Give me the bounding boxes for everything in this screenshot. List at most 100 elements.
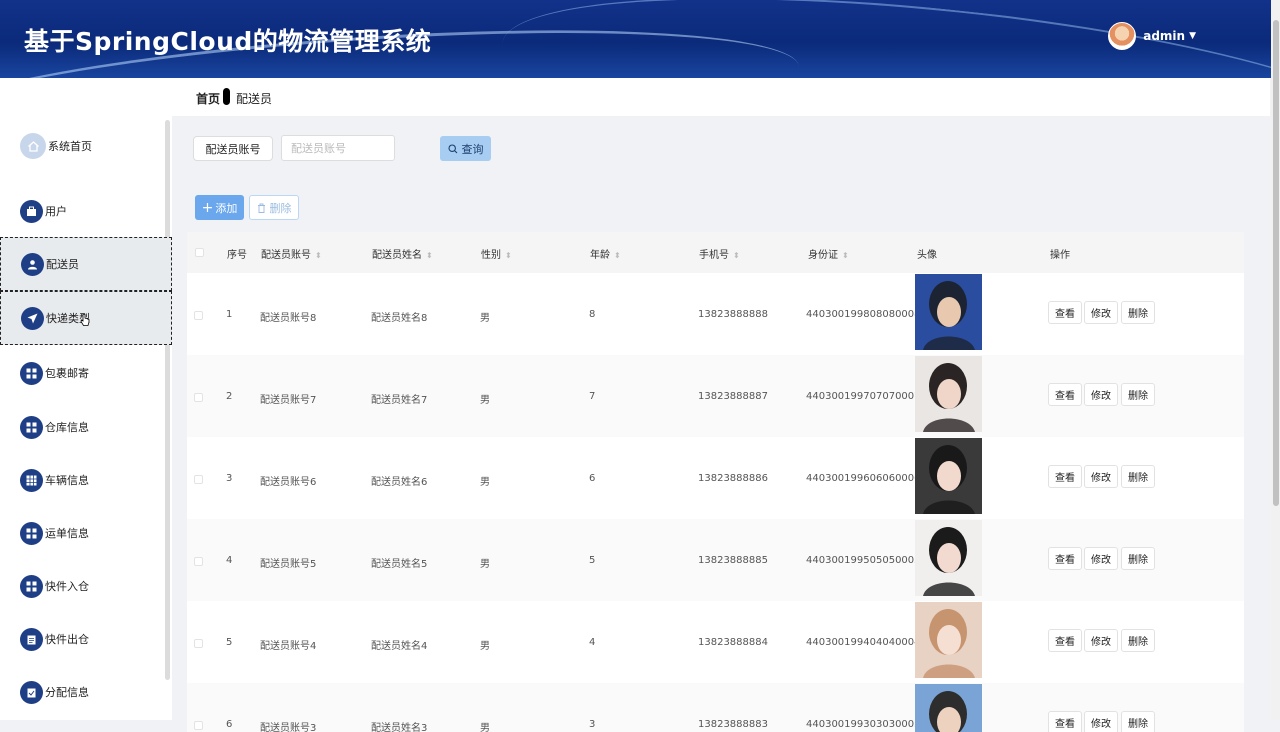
edit-button[interactable]: 修改 bbox=[1084, 547, 1118, 570]
sidebar-item-label: 用户 bbox=[45, 205, 67, 218]
chevron-down-icon[interactable]: ▼ bbox=[1189, 31, 1196, 41]
cell-name: 配送员姓名7 bbox=[371, 395, 428, 406]
cell-idcard: 440300199303030003 bbox=[806, 719, 921, 730]
cell-name: 配送员姓名5 bbox=[371, 559, 428, 570]
courier-avatar-photo[interactable] bbox=[915, 602, 982, 678]
delete-button[interactable]: 删除 bbox=[1121, 465, 1155, 488]
sidebar-item-home[interactable]: 系统首页 bbox=[0, 119, 172, 173]
query-button[interactable]: 查询 bbox=[440, 136, 491, 161]
sort-icon[interactable]: ⬍ bbox=[505, 251, 512, 260]
cell-account: 配送员账号7 bbox=[260, 395, 317, 406]
cell-gender: 男 bbox=[480, 723, 490, 732]
cell-name: 配送员姓名3 bbox=[371, 723, 428, 732]
edit-button[interactable]: 修改 bbox=[1084, 383, 1118, 406]
cell-idcard: 440300199707070007 bbox=[806, 391, 921, 402]
sidebar-item-outbound[interactable]: 快件出仓 bbox=[0, 612, 172, 666]
username[interactable]: admin bbox=[1143, 29, 1185, 43]
cell-index: 3 bbox=[226, 473, 233, 484]
edit-button[interactable]: 修改 bbox=[1084, 711, 1118, 732]
cell-idcard: 440300199606060006 bbox=[806, 473, 921, 484]
cell-index: 6 bbox=[226, 719, 233, 730]
view-button[interactable]: 查看 bbox=[1048, 383, 1082, 406]
delete-button[interactable]: 删除 bbox=[1121, 547, 1155, 570]
row-checkbox[interactable] bbox=[194, 393, 203, 402]
column-header-label: 身份证 bbox=[808, 250, 838, 261]
sidebar-item-waybills[interactable]: 运单信息 bbox=[0, 506, 172, 560]
add-button[interactable]: + 添加 bbox=[195, 195, 244, 220]
search-field-label: 配送员账号 bbox=[193, 136, 273, 161]
column-header-account[interactable]: 配送员账号 ⬍ bbox=[261, 246, 322, 261]
row-checkbox[interactable] bbox=[194, 639, 203, 648]
table-row: 4 配送员账号5 配送员姓名5 男 5 13823888885 44030019950505… bbox=[187, 519, 1244, 601]
table-header: 序号 配送员账号 ⬍ 配送员姓名 ⬍ 性别 ⬍ 年龄 ⬍ 手机号 ⬍ 身份证 ⬍ 头像 操作 bbox=[187, 232, 1244, 273]
cell-age: 4 bbox=[589, 637, 596, 648]
delete-button[interactable]: 删除 bbox=[1121, 383, 1155, 406]
column-header-name[interactable]: 配送员姓名 ⬍ bbox=[372, 246, 433, 261]
page-scrollbar[interactable] bbox=[1271, 0, 1280, 720]
row-checkbox[interactable] bbox=[194, 311, 203, 320]
sort-icon[interactable]: ⬍ bbox=[614, 251, 621, 260]
delete-button[interactable]: 删除 bbox=[1121, 301, 1155, 324]
delete-button[interactable]: 删除 bbox=[1121, 629, 1155, 652]
sidebar-item-couriers[interactable]: 配送员 bbox=[0, 237, 172, 291]
view-button[interactable]: 查看 bbox=[1048, 629, 1082, 652]
avatar[interactable] bbox=[1108, 22, 1137, 50]
row-checkbox[interactable] bbox=[194, 475, 203, 484]
batch-delete-button[interactable]: 删除 bbox=[249, 195, 299, 220]
sort-icon[interactable]: ⬍ bbox=[315, 251, 322, 260]
cell-account: 配送员账号4 bbox=[260, 641, 317, 652]
courier-avatar-photo[interactable] bbox=[915, 274, 982, 350]
plus-icon: + bbox=[201, 199, 214, 216]
cell-gender: 男 bbox=[480, 313, 490, 324]
column-header-label: 年龄 bbox=[590, 250, 610, 261]
cell-age: 5 bbox=[589, 555, 596, 566]
view-button[interactable]: 查看 bbox=[1048, 711, 1082, 732]
sidebar-item-vehicles[interactable]: 车辆信息 bbox=[0, 453, 172, 507]
edit-button[interactable]: 修改 bbox=[1084, 465, 1118, 488]
sort-icon[interactable]: ⬍ bbox=[842, 251, 849, 260]
cell-phone: 13823888884 bbox=[698, 637, 768, 648]
column-header-phone[interactable]: 手机号 ⬍ bbox=[699, 246, 740, 261]
breadcrumb-home[interactable]: 首页 bbox=[196, 90, 220, 107]
column-header-idcard[interactable]: 身份证 ⬍ bbox=[808, 246, 849, 261]
view-button[interactable]: 查看 bbox=[1048, 547, 1082, 570]
cell-account: 配送员账号5 bbox=[260, 559, 317, 570]
edit-button[interactable]: 修改 bbox=[1084, 629, 1118, 652]
courier-avatar-photo[interactable] bbox=[915, 520, 982, 596]
row-checkbox[interactable] bbox=[194, 721, 203, 730]
delete-button[interactable]: 删除 bbox=[1121, 711, 1155, 732]
courier-account-search-input[interactable] bbox=[281, 135, 395, 161]
clipboard-check-icon bbox=[20, 680, 43, 704]
top-header: 基于SpringCloud的物流管理系统 admin ▼ bbox=[0, 0, 1280, 78]
main-content: 配送员账号 查询 + 添加 删除 序号 配送员账号 ⬍ 配送员姓名 ⬍ 性别 ⬍ 年龄… bbox=[172, 116, 1270, 732]
row-checkbox[interactable] bbox=[194, 557, 203, 566]
view-button[interactable]: 查看 bbox=[1048, 465, 1082, 488]
column-header-age[interactable]: 年龄 ⬍ bbox=[590, 246, 621, 261]
column-header-gender[interactable]: 性别 ⬍ bbox=[481, 246, 512, 261]
sidebar-item-parcel-mail[interactable]: 包裹邮寄 bbox=[0, 346, 172, 400]
cell-account: 配送员账号6 bbox=[260, 477, 317, 488]
table-row: 5 配送员账号4 配送员姓名4 男 4 13823888884 44030019940404… bbox=[187, 601, 1244, 683]
courier-avatar-photo[interactable] bbox=[915, 684, 982, 732]
view-button[interactable]: 查看 bbox=[1048, 301, 1082, 324]
user-menu[interactable]: admin ▼ bbox=[1108, 22, 1196, 50]
sort-icon[interactable]: ⬍ bbox=[733, 251, 740, 260]
sidebar-item-users[interactable]: 用户 bbox=[0, 184, 172, 238]
select-all-checkbox[interactable] bbox=[195, 248, 204, 257]
cell-index: 4 bbox=[226, 555, 233, 566]
clipboard-icon bbox=[20, 627, 43, 651]
page-scrollbar-thumb[interactable] bbox=[1273, 20, 1279, 506]
sort-icon[interactable]: ⬍ bbox=[426, 251, 433, 260]
sidebar-item-allocation[interactable]: 分配信息 bbox=[0, 665, 172, 719]
cell-gender: 男 bbox=[480, 559, 490, 570]
sidebar-item-inbound[interactable]: 快件入仓 bbox=[0, 559, 172, 613]
courier-avatar-photo[interactable] bbox=[915, 356, 982, 432]
sidebar-item-label: 系统首页 bbox=[48, 140, 92, 153]
courier-avatar-photo[interactable] bbox=[915, 438, 982, 514]
sidebar-item-warehouse[interactable]: 仓库信息 bbox=[0, 400, 172, 454]
sidebar-item-label: 包裹邮寄 bbox=[45, 367, 89, 380]
cell-phone: 13823888887 bbox=[698, 391, 768, 402]
trash-icon bbox=[257, 203, 265, 213]
search-icon bbox=[447, 143, 457, 153]
edit-button[interactable]: 修改 bbox=[1084, 301, 1118, 324]
